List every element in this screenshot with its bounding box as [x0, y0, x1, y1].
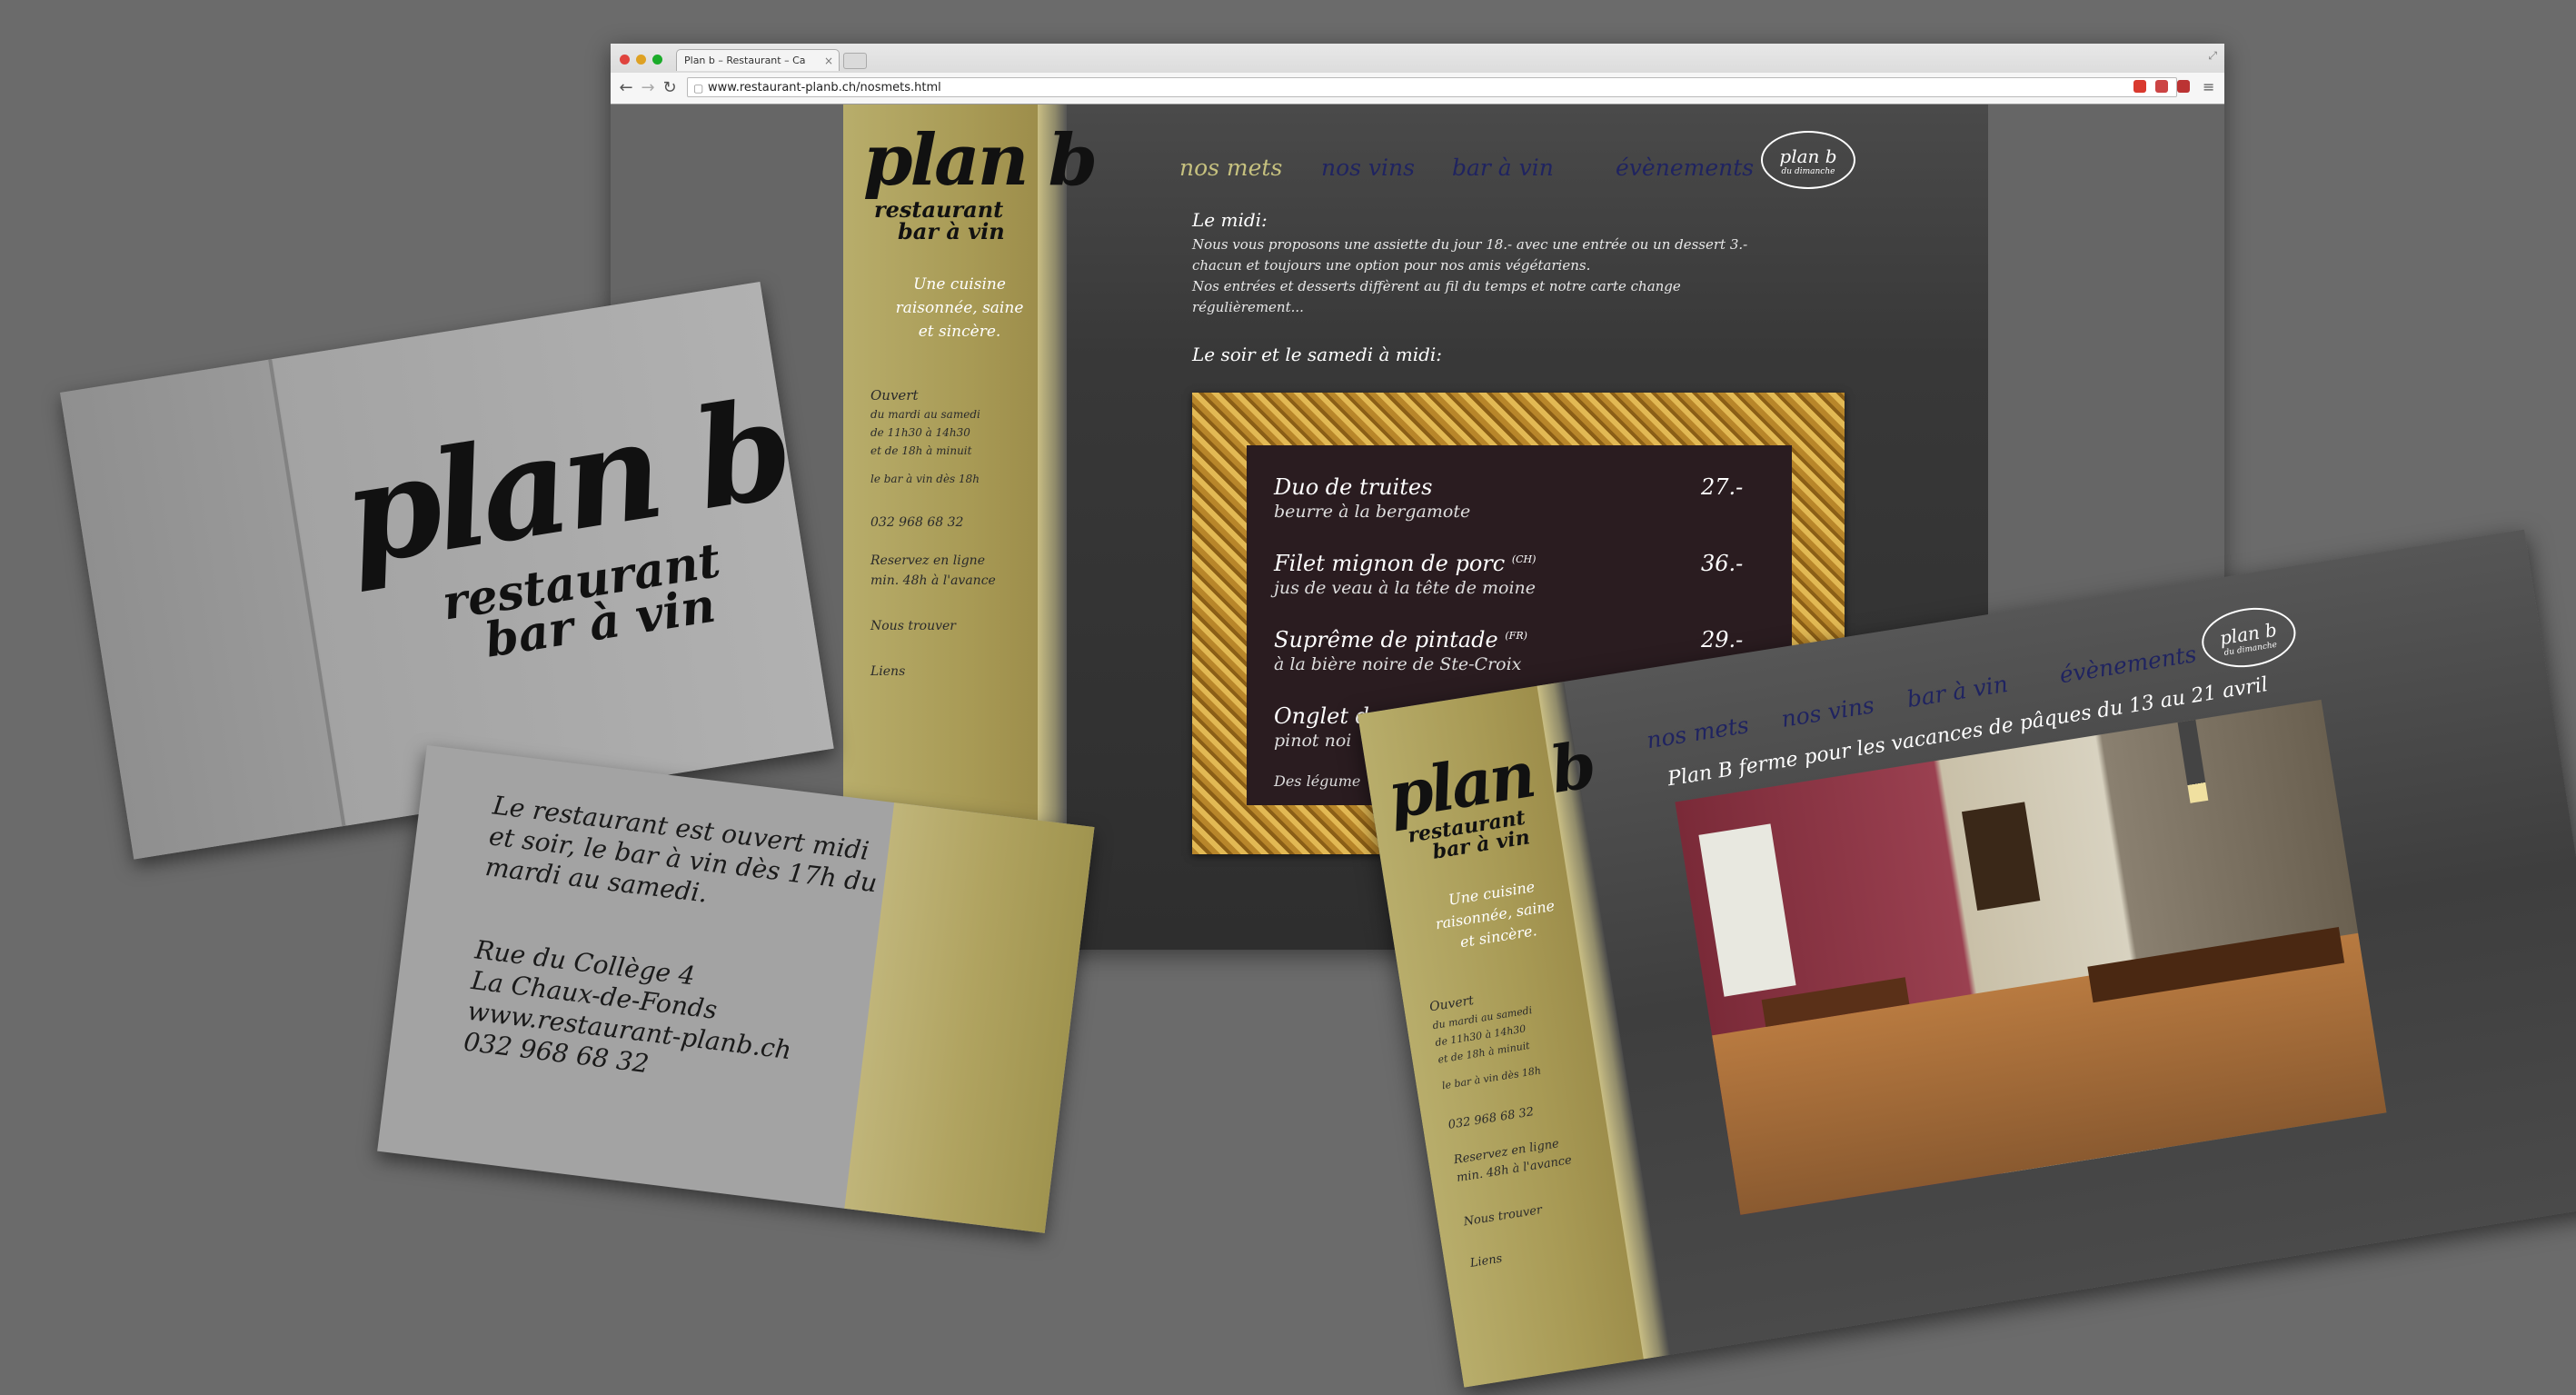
- url-text: www.restaurant-planb.ch/nosmets.html: [708, 81, 941, 95]
- dish-price: 27.-: [1701, 474, 1744, 500]
- gmail-icon[interactable]: [2155, 80, 2169, 93]
- nav-bar-a-vin[interactable]: bar à vin: [1905, 671, 2010, 712]
- site-logo-bar-a-vin: bar à vin: [898, 218, 1005, 244]
- links-link[interactable]: Liens: [870, 662, 905, 682]
- address-bar[interactable]: ▢ www.restaurant-planb.ch/nosmets.html ☆: [687, 77, 2177, 97]
- opening-hours: Ouvert du mardi au samedi de 11h30 à 14h…: [870, 385, 980, 460]
- extension-icons: [2133, 80, 2195, 96]
- circle-logo-main: plan b: [1779, 145, 1837, 167]
- circle-logo-sub: du dimanche: [1781, 167, 1835, 176]
- tagline-line: Une cuisine: [913, 275, 1006, 294]
- hours-title: Ouvert: [870, 387, 919, 404]
- dish-name-text: Filet mignon de porc: [1274, 551, 1506, 576]
- hours-line: de 11h30 à 14h30: [870, 426, 970, 439]
- site-logo-plan[interactable]: plan b: [863, 125, 1098, 196]
- photo-floor: [1712, 932, 2387, 1215]
- tab-close-icon[interactable]: ×: [824, 50, 833, 71]
- card-logo-plan: plan b: [333, 368, 799, 597]
- reserve-online-link[interactable]: Reservez en ligne min. 48h à l'avance: [870, 551, 996, 591]
- nav-nos-vins[interactable]: nos vins: [1779, 692, 1875, 732]
- browser-tab[interactable]: Plan b – Restaurant – Ca ×: [676, 49, 840, 71]
- photo-lamp: [2177, 719, 2209, 803]
- dish-description: pinot noi: [1274, 731, 1352, 751]
- phone-number: 032 968 68 32: [870, 515, 964, 530]
- midi-line: Nous vous proposons une assiette du jour…: [1192, 236, 1748, 253]
- new-tab-button[interactable]: [843, 53, 867, 69]
- reserve-line: min. 48h à l'avance: [870, 573, 996, 588]
- menu-footer: Des légume: [1274, 772, 1361, 790]
- reserve-line: Reservez en ligne: [870, 553, 985, 568]
- midi-heading: Le midi:: [1192, 209, 1268, 231]
- dish-name-text: Suprême de pintade: [1274, 627, 1498, 653]
- dish-description: à la bière noire de Ste-Croix: [1274, 654, 1522, 674]
- dish-origin: (FR): [1505, 630, 1527, 642]
- browser-titlebar: Plan b – Restaurant – Ca × ⤢ ← → ↻ ▢ www…: [611, 44, 2224, 105]
- maximize-window-button[interactable]: [652, 55, 662, 65]
- dish-name: Filet mignon de porc (CH): [1274, 551, 1536, 576]
- dish-description: beurre à la bergamote: [1274, 502, 1471, 522]
- close-window-button[interactable]: [620, 55, 630, 65]
- browser-menu-icon[interactable]: ≡: [2203, 78, 2214, 95]
- restaurant-interior-photo: [1675, 699, 2387, 1215]
- adblock-icon[interactable]: [2133, 80, 2146, 93]
- nav-evenements[interactable]: évènements: [2058, 641, 2199, 688]
- sidebar-tagline: Une cuisine raisonnée, saine et sincère.: [869, 273, 1050, 344]
- dish-price: 36.-: [1701, 551, 1744, 576]
- nav-bar-a-vin[interactable]: bar à vin: [1452, 154, 1554, 181]
- plan-b-dimanche-logo[interactable]: plan b du dimanche: [2197, 601, 2301, 674]
- plan-b-dimanche-logo[interactable]: plan b du dimanche: [1761, 131, 1855, 189]
- hours-line: et de 18h à minuit: [870, 444, 972, 457]
- gmail-notifier-icon[interactable]: [2177, 80, 2191, 93]
- photo-window: [1698, 823, 1796, 997]
- tagline-line: raisonnée, saine: [895, 299, 1024, 317]
- card-kraft-strip: [844, 802, 1095, 1233]
- midi-line: régulièrement...: [1192, 299, 1304, 315]
- bar-hours: le bar à vin dès 18h: [870, 473, 980, 485]
- midi-line: Nos entrées et desserts diffèrent au fil…: [1192, 278, 1681, 294]
- nav-evenements[interactable]: évènements: [1616, 154, 1754, 181]
- minimize-window-button[interactable]: [636, 55, 646, 65]
- tab-title: Plan b – Restaurant – Ca: [684, 55, 806, 66]
- dish-name: Duo de truites: [1274, 474, 1433, 500]
- reload-button[interactable]: ↻: [660, 78, 680, 97]
- nav-nos-mets[interactable]: nos mets: [1179, 154, 1282, 181]
- photo-painting: [1961, 802, 2041, 911]
- nav-nos-vins[interactable]: nos vins: [1321, 154, 1415, 181]
- fullscreen-icon[interactable]: ⤢: [2208, 49, 2217, 63]
- browser-toolbar: ← → ↻ ▢ www.restaurant-planb.ch/nosmets.…: [611, 73, 2224, 104]
- tagline-line: et sincère.: [918, 323, 1001, 341]
- dish-name: Suprême de pintade (FR): [1274, 627, 1527, 653]
- midi-description: Nous vous proposons une assiette du jour…: [1192, 234, 1792, 318]
- page-icon: ▢: [693, 82, 704, 95]
- dish-description: jus de veau à la tête de moine: [1274, 578, 1537, 598]
- find-us-link[interactable]: Nous trouver: [870, 616, 956, 636]
- hours-line: du mardi au samedi: [870, 408, 980, 421]
- nav-nos-mets[interactable]: nos mets: [1645, 712, 1750, 753]
- card-fold-line: [268, 359, 346, 827]
- dish-name: Onglet d: [1274, 703, 1370, 729]
- business-card-back: Le restaurant est ouvert midi et soir, l…: [377, 745, 1095, 1233]
- soir-heading: Le soir et le samedi à midi:: [1192, 344, 1443, 365]
- back-button[interactable]: ←: [616, 78, 636, 97]
- midi-line: chacun et toujours une option pour nos a…: [1192, 257, 1591, 274]
- dish-origin: (CH): [1511, 553, 1537, 565]
- dish-price: 29.-: [1701, 627, 1744, 653]
- forward-button[interactable]: →: [638, 78, 658, 97]
